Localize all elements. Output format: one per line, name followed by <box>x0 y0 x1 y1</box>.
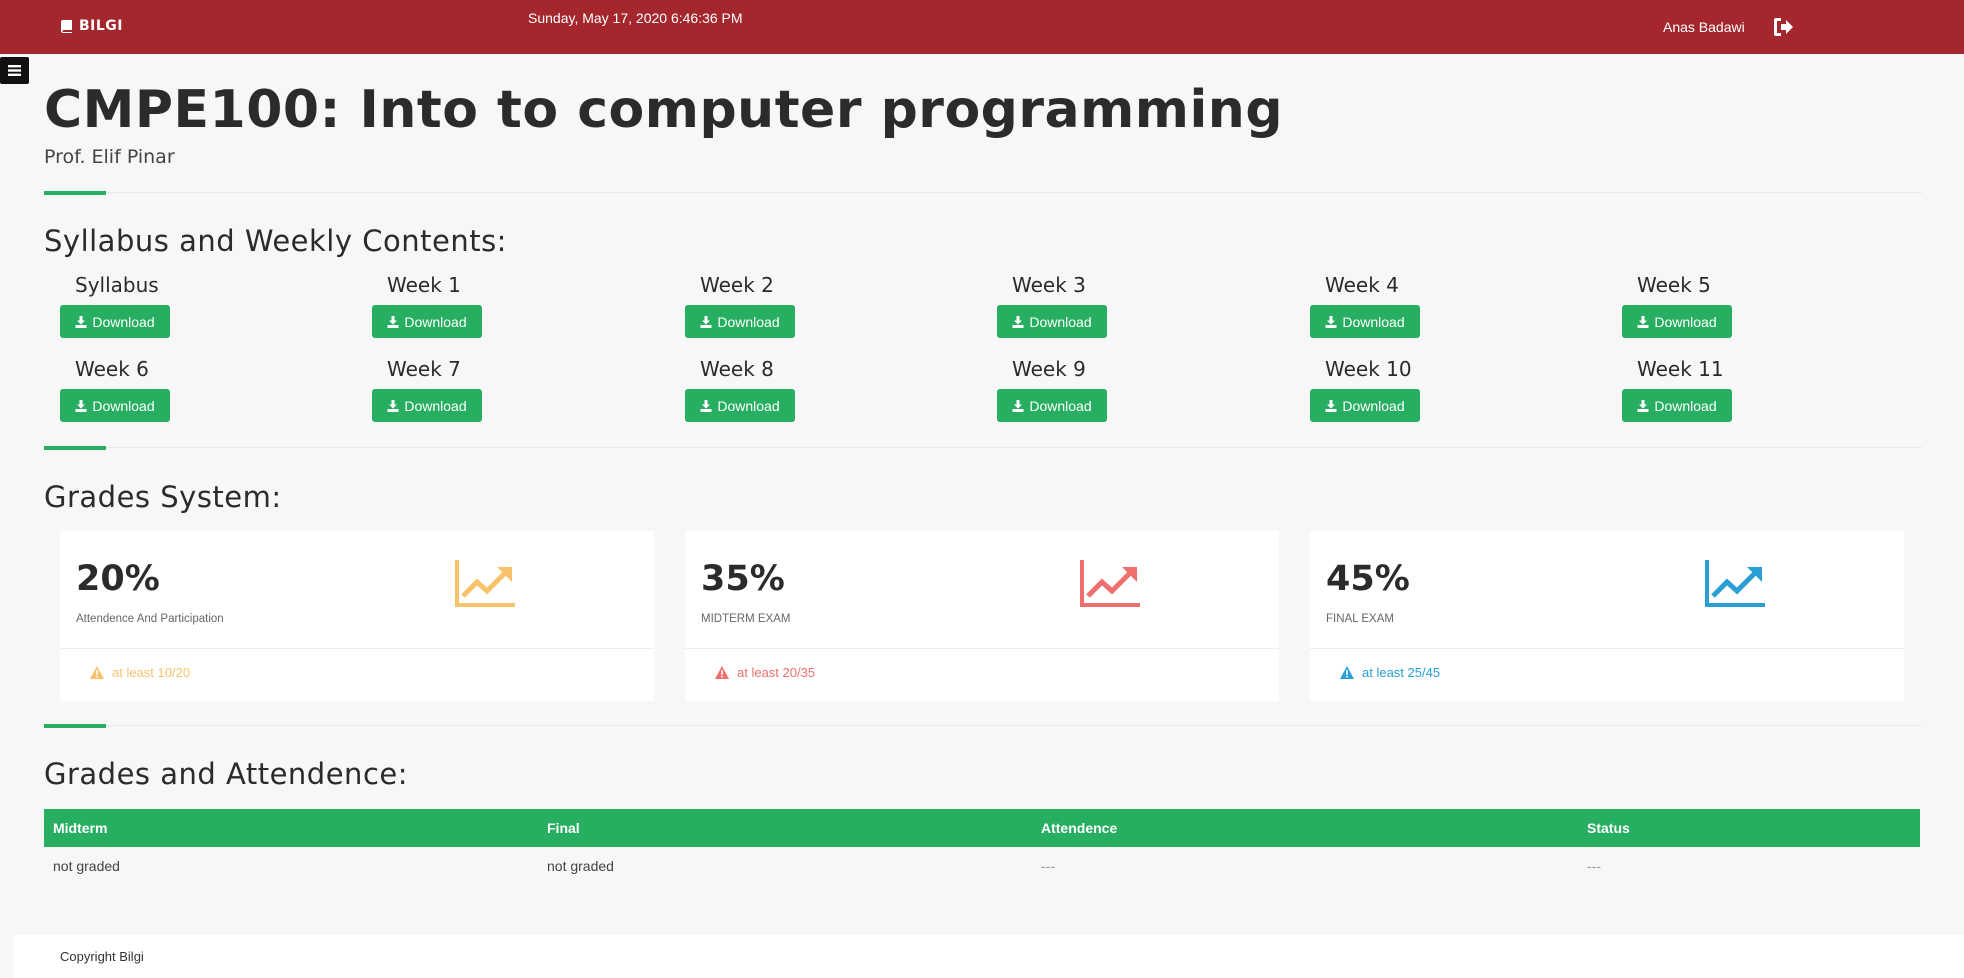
download-button[interactable]: Download <box>372 305 482 338</box>
column-header-attendance: Attendence <box>1041 820 1118 836</box>
current-datetime: Sunday, May 17, 2020 6:46:36 PM <box>528 10 743 26</box>
grade-weight-percent: 35% <box>701 559 785 599</box>
course-title: CMPE100: Into to computer programming <box>44 80 1284 140</box>
content-item-label: Week 9 <box>1012 357 1086 381</box>
grade-weight-card: 45% FINAL EXAM at least 25/45 <box>1310 531 1904 701</box>
download-icon <box>1325 315 1337 328</box>
download-button[interactable]: Download <box>685 389 795 422</box>
content-item-label: Week 11 <box>1637 357 1724 381</box>
content-item-label: Week 3 <box>1012 273 1086 297</box>
download-button-label: Download <box>1029 313 1092 330</box>
brand-name: BILGI <box>79 18 124 34</box>
content-item-label: Week 5 <box>1637 273 1711 297</box>
download-button-label: Download <box>1654 397 1717 414</box>
status-value: --- <box>1587 858 1601 874</box>
grade-requirement: at least 25/45 <box>1340 665 1440 680</box>
download-button[interactable]: Download <box>1622 305 1732 338</box>
grade-requirement-text: at least 25/45 <box>1362 665 1441 680</box>
content-item-label: Week 7 <box>387 357 461 381</box>
grade-requirement-text: at least 10/20 <box>112 665 191 680</box>
download-button-label: Download <box>92 313 155 330</box>
line-chart-icon <box>455 560 515 607</box>
brand-logo[interactable]: BILGI <box>60 18 123 34</box>
download-button[interactable]: Download <box>685 305 795 338</box>
warning-icon <box>1340 666 1354 679</box>
section-divider <box>44 191 1922 195</box>
grade-weight-label: Attendence And Participation <box>76 613 224 625</box>
content-item-label: Syllabus <box>75 273 159 297</box>
download-icon <box>387 399 399 412</box>
download-button-label: Download <box>717 397 780 414</box>
grade-requirement: at least 10/20 <box>90 665 190 680</box>
download-button[interactable]: Download <box>372 389 482 422</box>
content-item-label: Week 6 <box>75 357 149 381</box>
download-button-label: Download <box>1654 313 1717 330</box>
download-button[interactable]: Download <box>997 389 1107 422</box>
user-name[interactable]: Anas Badawi <box>1663 19 1745 35</box>
content-item-label: Week 8 <box>700 357 774 381</box>
book-icon <box>61 20 72 33</box>
download-icon <box>1637 399 1649 412</box>
download-icon <box>700 315 712 328</box>
content-item-label: Week 10 <box>1325 357 1412 381</box>
grade-requirement-text: at least 20/35 <box>737 665 816 680</box>
grades-system-heading: Grades System: <box>44 480 282 514</box>
download-button[interactable]: Download <box>1310 305 1420 338</box>
download-icon <box>1012 315 1024 328</box>
sidebar-toggle-button[interactable] <box>0 57 29 84</box>
download-icon <box>700 399 712 412</box>
download-icon <box>1325 399 1337 412</box>
line-chart-icon <box>1080 560 1140 607</box>
download-button-label: Download <box>1029 397 1092 414</box>
warning-icon <box>90 666 104 679</box>
column-header-status: Status <box>1587 820 1630 836</box>
download-button[interactable]: Download <box>997 305 1107 338</box>
logout-icon[interactable] <box>1772 17 1794 37</box>
grade-weight-label: FINAL EXAM <box>1326 613 1394 625</box>
grade-weight-card: 35% MIDTERM EXAM at least 20/35 <box>685 531 1279 701</box>
syllabus-heading: Syllabus and Weekly Contents: <box>44 224 507 258</box>
content-item-label: Week 4 <box>1325 273 1399 297</box>
download-icon <box>75 315 87 328</box>
download-button-label: Download <box>1342 313 1405 330</box>
download-icon <box>387 315 399 328</box>
download-button-label: Download <box>404 397 467 414</box>
hamburger-icon <box>8 65 21 76</box>
section-divider <box>44 446 1922 450</box>
grade-weight-card: 20% Attendence And Participation at least … <box>60 531 654 701</box>
page-footer: Copyright Bilgi <box>14 935 1964 978</box>
top-navbar: BILGI Sunday, May 17, 2020 6:46:36 PM An… <box>0 0 1964 54</box>
download-button-label: Download <box>717 313 780 330</box>
download-button-label: Download <box>92 397 155 414</box>
column-header-final: Final <box>547 820 580 836</box>
midterm-grade: not graded <box>53 858 120 874</box>
grades-table-header: Midterm Final Attendence Status <box>44 809 1920 847</box>
section-divider <box>44 724 1922 728</box>
content-item-label: Week 2 <box>700 273 774 297</box>
final-grade: not graded <box>547 858 614 874</box>
download-button-label: Download <box>1342 397 1405 414</box>
grade-weight-label: MIDTERM EXAM <box>701 613 791 625</box>
grade-weight-percent: 20% <box>76 559 160 599</box>
download-button[interactable]: Download <box>60 389 170 422</box>
attendance-value: --- <box>1041 858 1055 874</box>
download-button-label: Download <box>404 313 467 330</box>
warning-icon <box>715 666 729 679</box>
column-header-midterm: Midterm <box>53 820 108 836</box>
line-chart-icon <box>1705 560 1765 607</box>
professor-name: Prof. Elif Pinar <box>44 146 175 168</box>
download-button[interactable]: Download <box>1310 389 1420 422</box>
grade-requirement: at least 20/35 <box>715 665 815 680</box>
download-icon <box>1012 399 1024 412</box>
download-button[interactable]: Download <box>60 305 170 338</box>
download-icon <box>75 399 87 412</box>
download-button[interactable]: Download <box>1622 389 1732 422</box>
copyright-text: Copyright Bilgi <box>60 949 144 964</box>
content-item-label: Week 1 <box>387 273 461 297</box>
grades-attendance-heading: Grades and Attendence: <box>44 757 408 791</box>
grade-weight-percent: 45% <box>1326 559 1410 599</box>
download-icon <box>1637 315 1649 328</box>
